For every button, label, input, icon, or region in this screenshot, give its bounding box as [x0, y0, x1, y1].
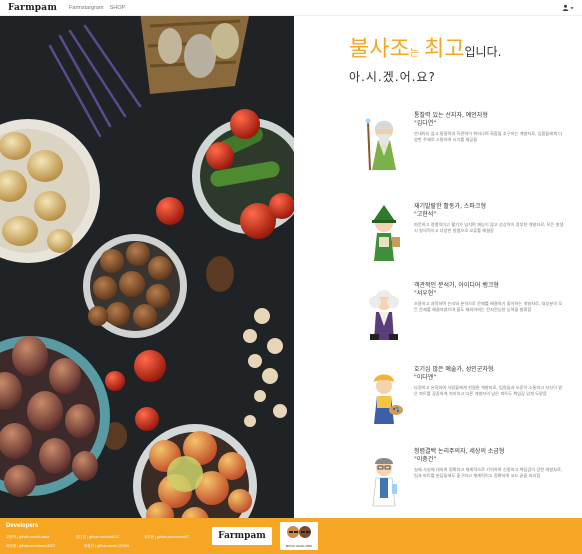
- character-text: 청렴결백 논리주의자, 세상의 소금형 "이충건" 실제 사실에 대하여 정확하…: [414, 448, 564, 479]
- wizard-avatar-icon: [365, 118, 396, 171]
- nav-link-farmstargram[interactable]: Farmstargram: [69, 5, 104, 11]
- brand-logo[interactable]: Farmpam: [8, 3, 57, 13]
- food-illustration: [0, 16, 294, 518]
- footer-title: Developers: [6, 523, 39, 529]
- badge-label: BRIGHT DEVELOPER: [285, 545, 313, 548]
- headline-particle: 는: [409, 48, 419, 59]
- headline-ending: 입니다.: [464, 45, 502, 59]
- character-text: 객관적인 분석가, 아이디어 뱅크형 "서우현" 조용하고 과묵하며 논리와 분…: [414, 282, 564, 313]
- character-title: 객관적인 분석가, 아이디어 뱅크형: [414, 282, 499, 289]
- character-title: 호기심 많은 예술가, 성인군자형: [414, 366, 494, 373]
- developer-link[interactable]: 이충건 | github.com/LCG989: [84, 544, 129, 549]
- developer-link[interactable]: 이다엔 | github.com/daenu1207: [6, 544, 55, 549]
- character-name: "서우현": [414, 290, 437, 297]
- character-title: 청렴결백 논리주의자, 세상의 소금형: [414, 448, 505, 455]
- caret-down-icon: [570, 6, 574, 9]
- developer-mascot-icon: [287, 526, 311, 538]
- headline-line2: 아.시.겠.어.요?: [349, 70, 436, 84]
- character-card: 통찰력 있는 선지자, 예언자형 "김다연" 안내하지 않고 통찰력과 직관력이…: [362, 112, 576, 182]
- headline-word2: 최고: [424, 37, 465, 62]
- character-card: 객관적인 분석가, 아이디어 뱅크형 "서우현" 조용하고 과묵하며 논리와 분…: [362, 282, 576, 352]
- character-card: 재기발랄한 활동가, 스파크형 "고현석" 따뜻하고 정열적이고 활기가 넘치며…: [362, 203, 576, 273]
- noble-avatar-icon: [369, 290, 399, 340]
- character-text: 호기심 많은 예술가, 성인군자형 "이다엔" 다정하고 온화하여 사람들에게 …: [414, 366, 564, 397]
- character-desc: 따뜻하고 정열적이고 활기가 넘치며 재능이 많고 상상력이 풍부한 개발자로,…: [414, 222, 564, 234]
- character-desc: 안내하지 않고 통찰력과 직관력이 뛰어나며 화합을 추구하는 개발자로, 입환…: [414, 131, 563, 143]
- character-name: "김다연": [414, 120, 437, 127]
- artist-avatar-icon: [374, 374, 403, 424]
- headline-line1: 불사조는 최고입니다.: [349, 38, 501, 66]
- footer: Developers 고현석 | github.com/fo-kaka 김다연 …: [0, 518, 582, 554]
- navbar: Farmpam Farmstargram SHOP: [0, 0, 582, 16]
- headline: 불사조는 최고입니다. 아.시.겠.어.요?: [349, 38, 501, 85]
- character-desc: 조용하고 과묵하며 논리와 분석으로 문제를 해결하기 좋아하는 개발자로, 대…: [414, 301, 563, 313]
- character-name: "이다엔": [414, 374, 437, 381]
- nav-link-shop[interactable]: SHOP: [110, 5, 126, 11]
- character-title: 통찰력 있는 선지자, 예언자형: [414, 112, 488, 119]
- user-icon: [562, 4, 569, 11]
- character-text: 재기발랄한 활동가, 스파크형 "고현석" 따뜻하고 정열적이고 활기가 넘치며…: [414, 203, 564, 234]
- scientist-avatar-icon: [372, 458, 397, 507]
- character-desc: 다정하고 온화하여 사람들에게 친절한 개발자로, 팀원들과 오준이 소통하고 …: [414, 385, 563, 397]
- headline-word1: 불사조: [349, 37, 410, 62]
- team-panel: 불사조는 최고입니다. 아.시.겠.어.요? 통찰력 있는 선지자, 예언자형 …: [294, 16, 582, 518]
- hero-food-photo: [0, 16, 294, 518]
- character-text: 통찰력 있는 선지자, 예언자형 "김다연" 안내하지 않고 통찰력과 직관력이…: [414, 112, 564, 143]
- footer-logo: Farmpam: [212, 527, 272, 545]
- character-name: "이충건": [414, 456, 437, 463]
- character-desc: 실제 사실에 대하여 정확하고 체계적으로 기억하며 신중하고 책임감이 강한 …: [414, 467, 563, 479]
- user-menu-toggle[interactable]: [562, 4, 574, 11]
- character-card: 호기심 많은 예술가, 성인군자형 "이다엔" 다정하고 온화하여 사람들에게 …: [362, 366, 576, 436]
- developer-link[interactable]: 서우현 | github.com/ssoeh07: [144, 535, 189, 540]
- character-title: 재기발랄한 활동가, 스파크형: [414, 203, 486, 210]
- elf-avatar-icon: [372, 205, 400, 261]
- character-card: 청렴결백 논리주의자, 세상의 소금형 "이충건" 실제 사실에 대하여 정확하…: [362, 448, 576, 518]
- developer-link[interactable]: 김다연 | github.com/kd6012: [76, 535, 119, 540]
- developer-link[interactable]: 고현석 | github.com/fo-kaka: [6, 535, 49, 540]
- developer-badge: BRIGHT DEVELOPER: [280, 522, 318, 550]
- character-name: "고현석": [414, 211, 437, 218]
